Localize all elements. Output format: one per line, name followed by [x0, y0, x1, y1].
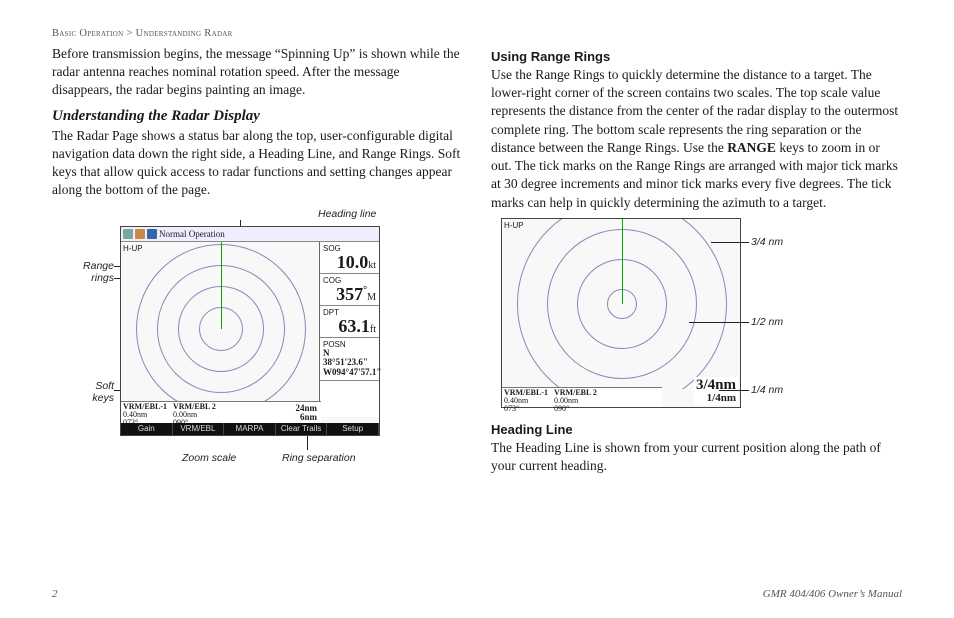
callout-1-2-nm: 1/2 nm	[751, 316, 783, 328]
status-bar: Normal Operation	[121, 227, 379, 242]
page-footer: 2 GMR 404/406 Owner’s Manual	[52, 588, 902, 600]
radar-plot: H-UP	[121, 242, 321, 417]
vrm-row: VRM/EBL-10.40nm073° VRM/EBL 20.00nm090°	[121, 401, 321, 423]
figure-radar-rings: H-UP VRM/EBL-10.40nm073° VRM/EBL 20.00nm…	[491, 218, 902, 418]
status-text: Normal Operation	[159, 229, 225, 239]
callout-3-4-nm: 3/4 nm	[751, 236, 783, 248]
softkey[interactable]: VRM/EBL	[173, 423, 225, 435]
softkey[interactable]: Setup	[327, 423, 379, 435]
heading-line	[622, 219, 623, 304]
status-icon	[135, 229, 145, 239]
softkey[interactable]: Gain	[121, 423, 173, 435]
radar-screenshot-main: Normal Operation H-UP SOG10.0kt COG357°M	[120, 226, 380, 436]
section-heading: Understanding the Radar Display	[52, 108, 463, 125]
callout-1-4-nm: 1/4 nm	[751, 384, 783, 396]
intro-paragraph: Before transmission begins, the message …	[52, 45, 463, 100]
callout-zoom-scale: Zoom scale	[182, 452, 236, 464]
callout-heading-line: Heading line	[318, 208, 376, 220]
breadcrumb: Basic Operation > Understanding Radar	[52, 28, 902, 39]
softkey-bar: Gain VRM/EBL MARPA Clear Trails Setup	[121, 423, 379, 435]
heading-line	[221, 242, 222, 330]
heading-line-paragraph: The Heading Line is shown from your curr…	[491, 439, 902, 475]
callout-ring-separation: Ring separation	[282, 452, 356, 464]
radar-plot: H-UP	[502, 219, 742, 389]
figure-radar-main: Heading line Range rings Soft keys Zoom …	[52, 208, 463, 488]
vrm-row: VRM/EBL-10.40nm073° VRM/EBL 20.00nm090°	[502, 387, 662, 407]
page-number: 2	[52, 588, 58, 600]
subheading-heading-line: Heading Line	[491, 422, 902, 437]
zoom-scale-readout: 3/4nm1/4nm	[694, 377, 738, 405]
data-panel: SOG10.0kt COG357°M DPT63.1ft POSNN 38°51…	[319, 242, 379, 417]
left-column: Before transmission begins, the message …	[52, 45, 463, 488]
section-paragraph: The Radar Page shows a status bar along …	[52, 127, 463, 200]
zoom-scale-readout: 24nm6nm	[293, 403, 319, 423]
right-column: Using Range Rings Use the Range Rings to…	[491, 45, 902, 488]
softkey[interactable]: MARPA	[224, 423, 276, 435]
status-icon	[147, 229, 157, 239]
softkey[interactable]: Clear Trails	[276, 423, 328, 435]
manual-title: GMR 404/406 Owner’s Manual	[763, 588, 902, 600]
callout-range-rings: Range rings	[70, 260, 114, 284]
subheading-range-rings: Using Range Rings	[491, 49, 902, 64]
range-rings-paragraph: Use the Range Rings to quickly determine…	[491, 66, 902, 212]
callout-soft-keys: Soft keys	[78, 380, 114, 404]
status-icon	[123, 229, 133, 239]
radar-screenshot-rings: H-UP VRM/EBL-10.40nm073° VRM/EBL 20.00nm…	[501, 218, 741, 408]
